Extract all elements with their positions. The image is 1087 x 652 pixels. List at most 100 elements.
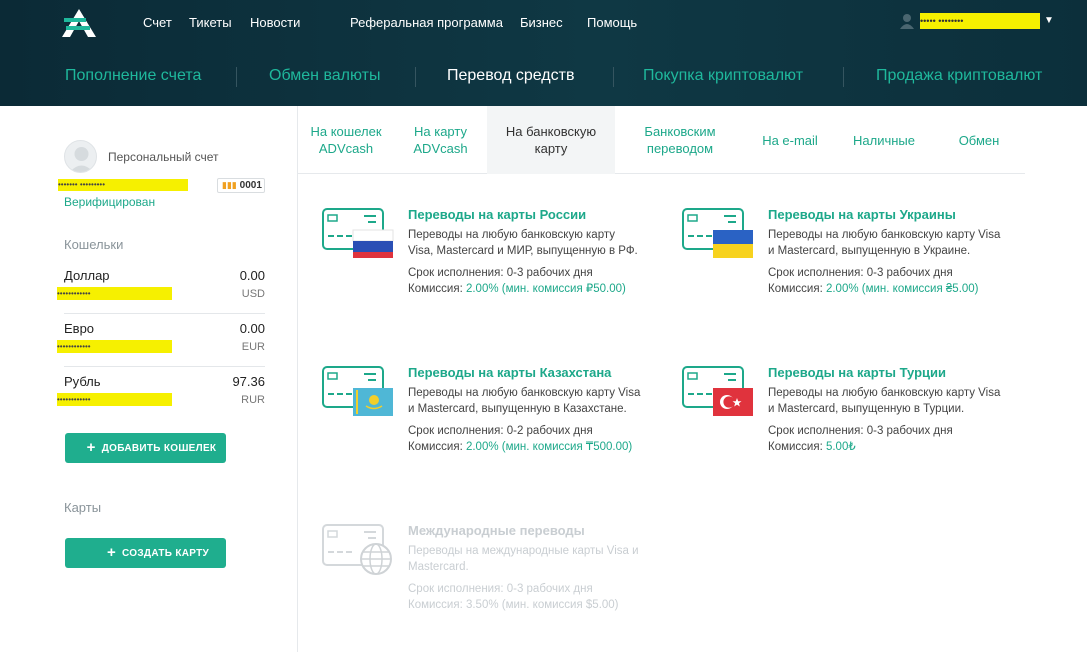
chevron-down-icon[interactable]: ▼	[1044, 15, 1054, 26]
main-nav-exchange[interactable]: Обмен валюты	[269, 67, 380, 85]
nav-news-link[interactable]: Новости	[250, 15, 300, 30]
user-name: ••••• ••••••••	[920, 13, 1040, 29]
wallet-number: ••••••••••••	[57, 287, 172, 300]
card-term: Срок исполнения: 0-3 рабочих дня	[768, 267, 953, 279]
wallet-currency: EUR	[241, 341, 265, 353]
card-desc-text: Переводы на любую банковскую карту Visa …	[768, 387, 1001, 415]
card-fee: Комиссия: 2.00% (мин. комиссия ₽50.00)	[408, 281, 643, 297]
wallet-name: Рубль	[64, 374, 101, 389]
avatar	[64, 140, 97, 173]
globe-card-icon	[322, 524, 392, 575]
wallet-name: Доллар	[64, 268, 110, 283]
card-term: Срок исполнения: 0-2 рабочих дня	[408, 425, 593, 437]
wallet-balance: 97.36	[232, 374, 265, 389]
wallet-currency: USD	[241, 288, 265, 300]
main-nav-sell-crypto[interactable]: Продажа криптовалют	[876, 67, 1042, 85]
user-icon	[900, 14, 914, 29]
signal-bars-icon: ▮▮▮	[222, 180, 237, 190]
advcash-logo-icon[interactable]	[62, 9, 96, 37]
fee-label: Комиссия:	[768, 283, 826, 295]
fee-label: Комиссия:	[768, 441, 826, 453]
card-fee: Комиссия: 2.00% (мин. комиссия ₴5.00)	[768, 281, 1003, 297]
card-description: Переводы на любую банковскую карту Visa …	[768, 385, 1003, 455]
card-title[interactable]: Переводы на карты Украины	[768, 207, 956, 222]
card-description: Переводы на любую банковскую карту Visa …	[768, 227, 1003, 297]
card-term: Срок исполнения: 0-3 рабочих дня	[768, 425, 953, 437]
nav-referral-link[interactable]: Реферальная программа	[350, 15, 503, 30]
wallet-item-usd[interactable]: Доллар 0.00 •••••••••••• USD	[57, 268, 265, 320]
cards-heading: Карты	[64, 500, 102, 515]
fee-value: 2.00% (мин. комиссия ₴5.00)	[825, 283, 979, 295]
add-wallet-label: ДОБАВИТЬ КОШЕЛЕК	[101, 443, 217, 454]
account-badge: ▮▮▮ 0001	[217, 178, 265, 193]
main-nav-buy-crypto[interactable]: Покупка криптовалют	[643, 67, 803, 85]
card-description: Переводы на международные карты Visa и M…	[408, 543, 643, 613]
nav-help-link[interactable]: Помощь	[587, 15, 637, 30]
tab-bank-transfer[interactable]: Банковским переводом	[615, 106, 745, 174]
wallet-name: Евро	[64, 321, 95, 336]
tab-cash[interactable]: Наличные	[835, 106, 933, 174]
card-title: Международные переводы	[408, 523, 585, 538]
ukraine-card-icon	[682, 208, 753, 258]
fee-label: Комиссия:	[408, 599, 466, 611]
card-desc-text: Переводы на любую банковскую карту Visa,…	[408, 229, 638, 257]
divider	[64, 313, 265, 314]
fee-label: Комиссия:	[408, 283, 466, 295]
nav-divider	[415, 67, 416, 87]
card-desc-text: Переводы на международные карты Visa и M…	[408, 545, 639, 573]
tab-advcash-card[interactable]: На карту ADVcash	[394, 106, 487, 174]
fee-value: 5.00₺	[825, 441, 856, 453]
nav-business-link[interactable]: Бизнес	[520, 15, 563, 30]
wallet-balance: 0.00	[239, 268, 265, 283]
verified-status: Верифицирован	[64, 195, 156, 209]
card-desc-text: Переводы на любую банковскую карту Visa …	[768, 229, 1001, 257]
card-description: Переводы на любую банковскую карту Visa …	[408, 385, 643, 455]
fee-value: 2.00% (мин. комиссия ₽50.00)	[465, 283, 626, 295]
account-name: ••••••• •••••••••	[58, 179, 188, 191]
kazakhstan-card-icon	[322, 366, 393, 416]
account-badge-value: 0001	[239, 180, 262, 191]
plus-icon: +	[86, 439, 96, 456]
wallet-number: ••••••••••••	[57, 393, 172, 406]
add-wallet-button[interactable]: + ДОБАВИТЬ КОШЕЛЕК	[65, 433, 226, 463]
main-nav-deposit[interactable]: Пополнение счета	[65, 67, 201, 85]
plus-icon: +	[106, 544, 117, 561]
top-header: Счет Тикеты Новости Реферальная программ…	[0, 0, 1087, 106]
nav-divider	[613, 67, 614, 87]
tab-exchange[interactable]: Обмен	[933, 106, 1025, 174]
card-term: Срок исполнения: 0-3 рабочих дня	[408, 267, 593, 279]
divider	[64, 366, 265, 367]
card-title[interactable]: Переводы на карты Турции	[768, 365, 946, 380]
tab-email[interactable]: На e-mail	[745, 106, 835, 174]
user-silhouette-icon	[69, 147, 94, 172]
fee-value: 3.50% (мин. комиссия $5.00)	[465, 599, 619, 611]
create-card-label: СОЗДАТЬ КАРТУ	[122, 548, 210, 559]
account-label: Персональный счет	[108, 150, 219, 164]
tab-bank-card[interactable]: На банковскую карту	[487, 106, 615, 174]
tab-advcash-wallet[interactable]: На кошелек ADVcash	[298, 106, 394, 174]
card-description: Переводы на любую банковскую карту Visa,…	[408, 227, 643, 297]
nav-divider	[843, 67, 844, 87]
main-nav-transfer[interactable]: Перевод средств	[447, 67, 574, 85]
card-fee: Комиссия: 5.00₺	[768, 439, 1003, 455]
fee-label: Комиссия:	[408, 441, 466, 453]
wallets-heading: Кошельки	[64, 237, 124, 252]
nav-divider	[236, 67, 237, 87]
turkey-card-icon	[682, 366, 753, 416]
transfer-tabs: На кошелек ADVcash На карту ADVcash На б…	[298, 106, 1025, 174]
wallet-item-rur[interactable]: Рубль 97.36 •••••••••••• RUR	[57, 374, 265, 426]
create-card-button[interactable]: + СОЗДАТЬ КАРТУ	[65, 538, 226, 568]
wallet-balance: 0.00	[239, 321, 265, 336]
nav-tickets-link[interactable]: Тикеты	[189, 15, 232, 30]
card-fee: Комиссия: 2.00% (мин. комиссия ₸500.00)	[408, 439, 643, 455]
wallet-item-eur[interactable]: Евро 0.00 •••••••••••• EUR	[57, 321, 265, 373]
russia-card-icon	[322, 208, 394, 258]
card-title[interactable]: Переводы на карты Казахстана	[408, 365, 611, 380]
card-title[interactable]: Переводы на карты России	[408, 207, 586, 222]
card-fee: Комиссия: 3.50% (мин. комиссия $5.00)	[408, 597, 643, 613]
nav-account-link[interactable]: Счет	[143, 15, 172, 30]
wallet-number: ••••••••••••	[57, 340, 172, 353]
main-navigation: Пополнение счета Обмен валюты Перевод ср…	[0, 55, 1087, 99]
card-term: Срок исполнения: 0-3 рабочих дня	[408, 583, 593, 595]
card-desc-text: Переводы на любую банковскую карту Visa …	[408, 387, 641, 415]
